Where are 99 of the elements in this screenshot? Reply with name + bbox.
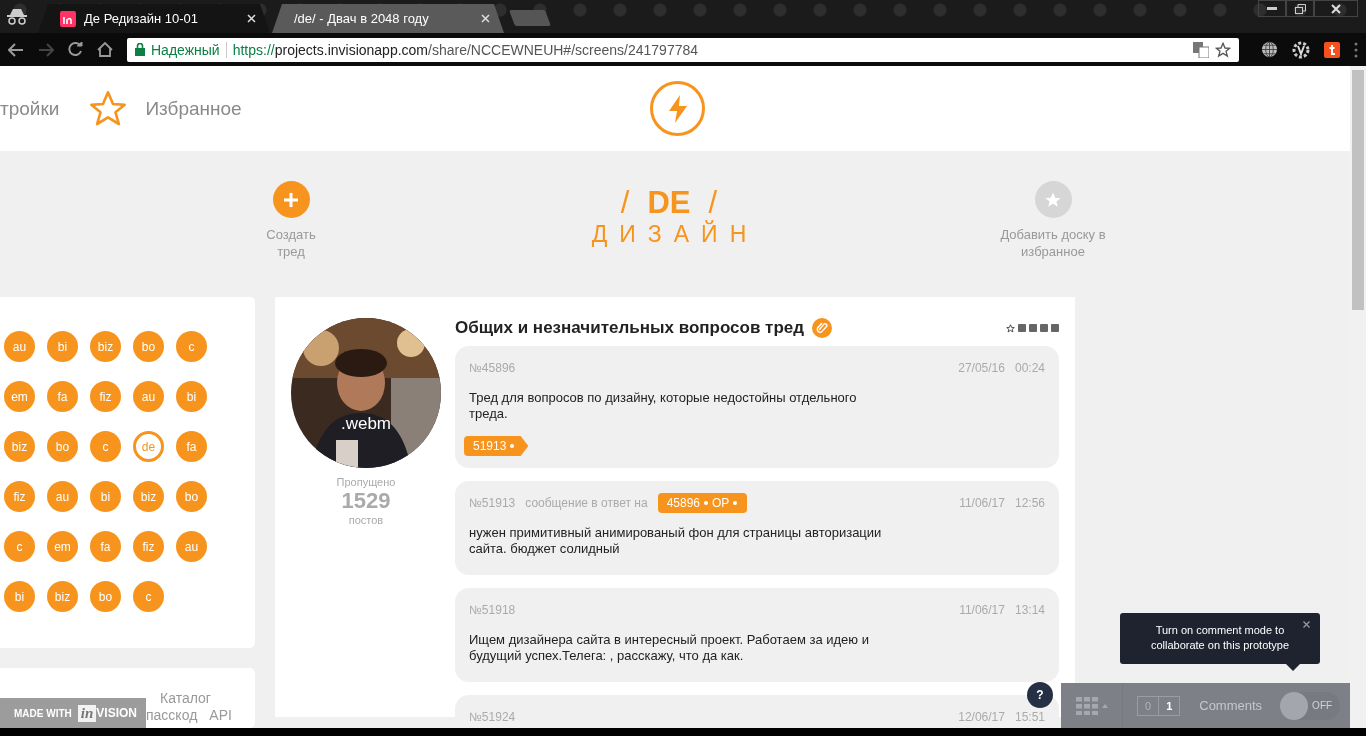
board-link[interactable]: biz	[47, 581, 78, 612]
security-label: Надежный	[151, 41, 220, 58]
lightning-icon	[666, 94, 689, 123]
footer-link[interactable]: пасскод	[146, 707, 198, 723]
minimize-icon	[1267, 7, 1277, 10]
browser-tab[interactable]: Де Редизайн 10-01	[38, 4, 270, 33]
reply-link[interactable]: 51913	[464, 436, 529, 456]
board-link[interactable]: fa	[176, 431, 207, 462]
board-link[interactable]: em	[47, 531, 78, 562]
board-link[interactable]: bi	[176, 381, 207, 412]
post-date: 11/06/17	[959, 603, 1005, 617]
scrollbar-thumb[interactable]	[1352, 70, 1364, 310]
post-text: Ищем дизайнера сайта в интересный проект. Работаем за идею и будущий успех.Телега: , расскажу, что да как.	[469, 632, 870, 664]
comments-label: Comments	[1199, 698, 1263, 713]
post-number[interactable]: №51913	[469, 496, 516, 510]
board-link[interactable]: bi	[90, 481, 121, 512]
board-link[interactable]: biz	[133, 481, 164, 512]
board-link[interactable]: au	[176, 531, 207, 562]
skipped-count: 1529	[341, 488, 391, 514]
board-link[interactable]: c	[4, 531, 35, 562]
post-date: 11/06/17	[959, 496, 1005, 510]
board-link[interactable]: fiz	[133, 531, 164, 562]
translate-icon[interactable]	[1193, 41, 1209, 58]
menu-icon[interactable]	[1354, 41, 1358, 58]
title-slash: /	[620, 185, 630, 221]
board-link[interactable]: au	[4, 331, 35, 362]
close-icon	[1331, 3, 1341, 14]
board-link[interactable]: bo	[133, 331, 164, 362]
board-link[interactable]: de	[133, 431, 164, 462]
post-number[interactable]: №51918	[469, 603, 516, 617]
post-number[interactable]: №51924	[469, 710, 516, 724]
board-link[interactable]: fa	[90, 531, 121, 562]
plus-icon	[283, 191, 299, 208]
board-link[interactable]: c	[90, 431, 121, 462]
skipped-unit: постов	[348, 514, 384, 526]
board-link[interactable]: au	[47, 481, 78, 512]
post-date: 12/06/17	[958, 710, 1005, 724]
back-icon[interactable]	[8, 42, 24, 57]
skipped-label: Пропущено	[336, 476, 396, 488]
footer-link[interactable]: API	[209, 707, 232, 723]
board-link[interactable]: c	[176, 331, 207, 362]
url-text: https://projects.invisionapp.com/share/NCCEWNEUH#/screens/241797784	[232, 41, 699, 58]
reply-link[interactable]: 45896 OP	[657, 493, 748, 513]
globe-icon[interactable]	[1261, 41, 1278, 58]
reload-icon[interactable]	[68, 42, 83, 57]
favorite-label: Добавить доску в избранное	[999, 226, 1107, 261]
made-with-badge[interactable]: MADE WITH in VISION	[0, 698, 146, 728]
board-link[interactable]: biz	[4, 431, 35, 462]
board-link[interactable]: bo	[47, 431, 78, 462]
nav-link[interactable]: Избранное	[145, 97, 242, 120]
gear-icon[interactable]	[1292, 40, 1310, 59]
browser-tab[interactable]: /de/ - Двач в 2048 году	[272, 4, 504, 33]
post-number[interactable]: №45896	[469, 361, 516, 375]
media-label: .webm	[339, 414, 393, 434]
extension-icon[interactable]	[1324, 41, 1340, 58]
footer-link[interactable]: Каталог	[160, 690, 211, 706]
comment-mode-toggle[interactable]: OFF	[1280, 691, 1341, 720]
paperclip-icon	[812, 318, 833, 338]
board-link[interactable]: c	[133, 581, 164, 612]
caret-icon	[1101, 703, 1108, 708]
lock-icon	[135, 43, 145, 56]
board-code: DE	[647, 185, 691, 221]
board-link[interactable]: fiz	[90, 381, 121, 412]
incognito-icon	[6, 9, 28, 25]
post-time: 00:24	[1014, 361, 1045, 375]
post-date: 27/05/16	[958, 361, 1005, 375]
star-icon[interactable]	[1215, 41, 1231, 58]
board-link[interactable]: em	[4, 381, 35, 412]
board-link[interactable]: bi	[4, 581, 35, 612]
board-link[interactable]: biz	[90, 331, 121, 362]
create-thread-label: Создать тред	[265, 226, 317, 261]
close-icon[interactable]	[1303, 621, 1310, 628]
board-link[interactable]: bo	[176, 481, 207, 512]
post-text: нужен примитивный анимированый фон для страницы авторизации сайта. бюджет солидный	[469, 525, 883, 557]
minimize-button[interactable]	[1258, 0, 1286, 17]
close-button[interactable]	[1314, 0, 1358, 17]
restore-icon	[1294, 3, 1306, 14]
restore-button[interactable]	[1286, 0, 1314, 17]
board-link[interactable]: au	[133, 381, 164, 412]
grid-icon	[1075, 696, 1098, 715]
address-bar[interactable]: Надежный https://projects.invisionapp.com/share/NCCEWNEUH#/screens/241797784	[127, 37, 1239, 62]
thread-thumbnail[interactable]: .webm	[291, 318, 441, 468]
nav-link[interactable]: тройки	[0, 97, 60, 120]
board-link[interactable]: fiz	[4, 481, 35, 512]
post-time: 12:56	[1014, 496, 1045, 510]
star-icon[interactable]	[1006, 323, 1015, 333]
home-icon[interactable]	[97, 42, 113, 57]
title-slash: /	[708, 185, 718, 221]
thread-title[interactable]: Общих и незначительных вопросов тред	[455, 318, 805, 338]
post-time: 13:14	[1014, 603, 1045, 617]
board-link[interactable]: fa	[47, 381, 78, 412]
app-logo-icon	[60, 10, 76, 27]
board-name: ДИЗАЙН	[591, 221, 759, 249]
board-link[interactable]: bo	[90, 581, 121, 612]
board-link[interactable]: bi	[47, 331, 78, 362]
post-time: 15:51	[1014, 710, 1045, 724]
tooltip-pointer	[1286, 664, 1300, 671]
post-text: Тред для вопросов по дизайну, которые недостойны отдельного треда.	[469, 390, 858, 422]
reply-label: сообщение в ответ на	[525, 496, 648, 510]
